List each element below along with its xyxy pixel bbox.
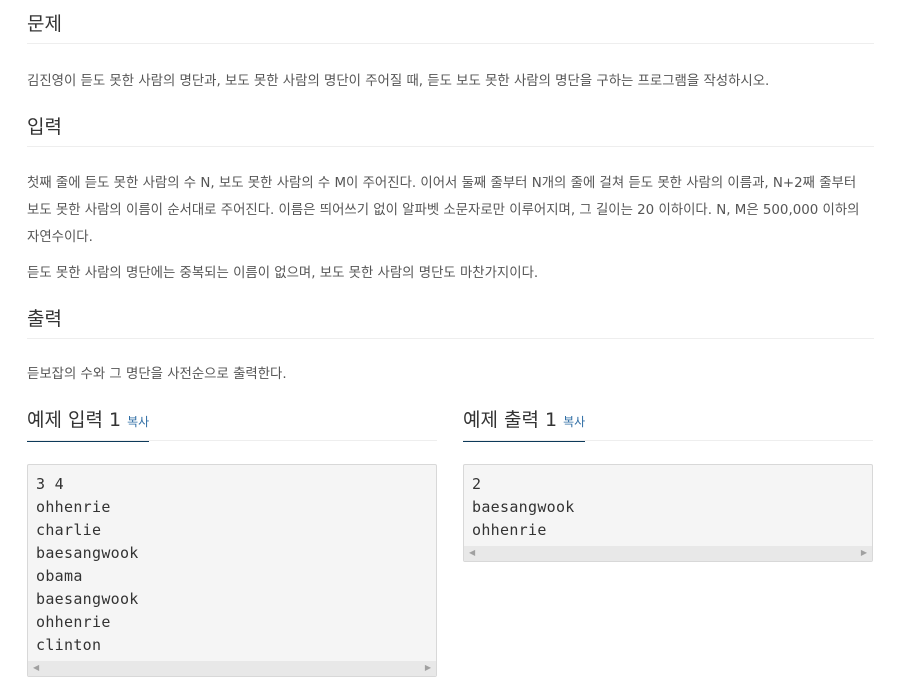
scroll-left-icon[interactable]: ◀ [469, 548, 475, 557]
input-section-header: 입력 [27, 115, 874, 161]
sample-output-title-wrap: 예제 출력 1 복사 [463, 408, 586, 442]
sample-input-scrollbar[interactable]: ◀ ▶ [28, 661, 436, 676]
output-description: 듣보잡의 수와 그 명단을 사전순으로 출력한다. [27, 367, 287, 382]
divider [27, 43, 874, 44]
problem-title: 문제 [27, 12, 62, 44]
divider [27, 338, 874, 339]
divider [463, 440, 873, 441]
scroll-right-icon[interactable]: ▶ [861, 548, 867, 557]
input-note: 듣도 못한 사람의 명단에는 중복되는 이름이 없으며, 보도 못한 사람의 명… [27, 266, 539, 281]
divider [27, 440, 437, 441]
sample-output-code[interactable]: 2 baesangwook ohhenrie [464, 465, 872, 546]
sample-output-title: 예제 출력 1 [463, 409, 558, 431]
sample-input-title: 예제 입력 1 [27, 409, 122, 431]
scroll-left-icon[interactable]: ◀ [33, 663, 39, 672]
sample-input-code[interactable]: 3 4 ohhenrie charlie baesangwook obama b… [28, 465, 436, 661]
sample-input-box[interactable]: 3 4 ohhenrie charlie baesangwook obama b… [27, 464, 437, 677]
input-title: 입력 [27, 115, 62, 147]
sample-input-title-wrap: 예제 입력 1 복사 [27, 408, 150, 442]
divider [27, 146, 874, 147]
output-section-header: 출력 [27, 307, 874, 353]
sample-output-copy-button[interactable]: 복사 [563, 415, 585, 429]
scroll-right-icon[interactable]: ▶ [425, 663, 431, 672]
problem-section-header: 문제 [27, 12, 874, 58]
problem-description: 김진영이 듣도 못한 사람의 명단과, 보도 못한 사람의 명단이 주어질 때,… [27, 74, 770, 89]
sample-input-copy-button[interactable]: 복사 [127, 415, 149, 429]
sample-output-scrollbar[interactable]: ◀ ▶ [464, 546, 872, 561]
sample-input-header: 예제 입력 1 복사 [27, 408, 437, 442]
output-title: 출력 [27, 307, 62, 339]
input-description: 첫째 줄에 듣도 못한 사람의 수 N, 보도 못한 사람의 수 M이 주어진다… [27, 176, 860, 245]
sample-output-header: 예제 출력 1 복사 [463, 408, 873, 442]
sample-output-box[interactable]: 2 baesangwook ohhenrie ◀ ▶ [463, 464, 873, 562]
